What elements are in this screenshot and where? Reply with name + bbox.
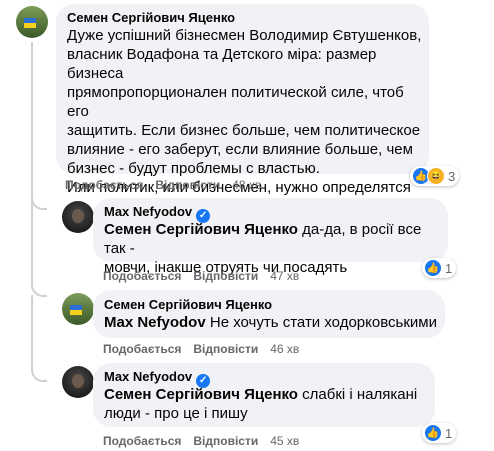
like-icon: 👍 [424,259,442,277]
reply-button[interactable]: Відповісти [193,434,258,448]
like-button[interactable]: Подобається [103,269,181,283]
like-icon: 👍 [424,424,442,442]
author-name[interactable]: Max Nefyodov [104,204,192,219]
avatar[interactable] [62,293,94,325]
face-icon [72,374,84,388]
mention-link[interactable]: Max Nefyodov [104,314,206,331]
reactions-count: 1 [445,425,453,441]
timestamp[interactable]: 48 хв [232,178,261,192]
mention-link[interactable]: Семен Сергійович Яценко [104,221,298,238]
comment-author[interactable]: Семен Сергійович Яценко [67,10,235,26]
reactions-count: 1 [445,260,453,276]
comment-actions: Подобається Відповісти 48 хв [65,178,261,192]
comment-actions: Подобається Відповісти 45 хв [103,434,299,448]
face-icon [72,209,84,223]
like-button[interactable]: Подобається [103,434,181,448]
reply-button[interactable]: Відповісти [155,178,220,192]
timestamp[interactable]: 45 хв [270,434,299,448]
comment-actions: Подобається Відповісти 46 хв [103,342,299,356]
reactions-summary[interactable]: 👍 😆 3 [410,166,460,186]
comment-author[interactable]: Семен Сергійович Яценко [104,297,272,313]
thread-line [31,42,33,195]
avatar[interactable] [16,6,48,38]
comment-text: Max Nefyodov Не хочуть стати ходорковськ… [104,313,444,332]
flag-icon [24,18,36,28]
haha-icon: 😆 [427,167,445,185]
timestamp[interactable]: 47 хв [270,269,299,283]
flag-icon [70,305,82,315]
like-button[interactable]: Подобається [65,178,143,192]
comment-actions: Подобається Відповісти 47 хв [103,269,299,283]
author-name[interactable]: Max Nefyodov [104,369,192,384]
reactions-summary[interactable]: 👍 1 [422,258,457,278]
like-button[interactable]: Подобається [103,342,181,356]
avatar[interactable] [62,366,94,398]
avatar[interactable] [62,201,94,233]
thread-connector [31,195,47,297]
reactions-summary[interactable]: 👍 1 [422,423,457,443]
timestamp[interactable]: 46 хв [270,342,299,356]
comment-body: Не хочуть стати ходорковськими [205,314,437,331]
comment-text: Дуже успішний бізнесмен Володимир Євтуше… [67,27,422,196]
reactions-count: 3 [448,168,456,184]
thread-connector [31,295,47,382]
reply-button[interactable]: Відповісти [193,269,258,283]
reply-button[interactable]: Відповісти [193,342,258,356]
mention-link[interactable]: Семен Сергійович Яценко [104,386,298,403]
comment-text: Семен Сергійович Яценко слабкі і налякан… [104,385,434,423]
